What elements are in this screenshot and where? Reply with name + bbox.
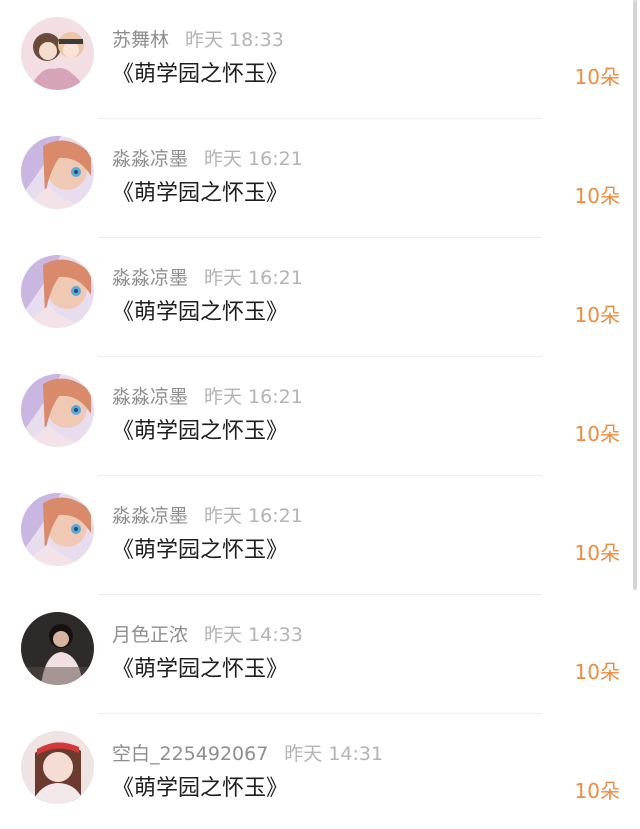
gift-amount: 10朵 — [574, 541, 620, 565]
item-meta: 淼淼凉墨 昨天 16:21 — [112, 503, 303, 529]
timestamp: 昨天 16:21 — [204, 386, 303, 408]
item-meta: 苏舞林 昨天 18:33 — [112, 27, 284, 53]
user-name[interactable]: 淼淼凉墨 — [112, 267, 188, 289]
user-name[interactable]: 空白_225492067 — [112, 743, 268, 765]
list-item[interactable]: 月色正浓 昨天 14:33 《萌学园之怀玉》 10朵 — [0, 595, 640, 714]
list-item[interactable]: 淼淼凉墨 昨天 16:21 《萌学园之怀玉》 10朵 — [0, 357, 640, 476]
user-name[interactable]: 淼淼凉墨 — [112, 148, 188, 170]
book-title[interactable]: 《萌学园之怀玉》 — [112, 772, 288, 806]
avatar[interactable] — [21, 374, 94, 447]
book-title[interactable]: 《萌学园之怀玉》 — [112, 415, 288, 449]
timestamp: 昨天 16:21 — [204, 505, 303, 527]
gift-amount: 10朵 — [574, 779, 620, 803]
item-meta: 淼淼凉墨 昨天 16:21 — [112, 146, 303, 172]
scrollbar[interactable] — [633, 0, 637, 590]
book-title[interactable]: 《萌学园之怀玉》 — [112, 177, 288, 211]
avatar[interactable] — [21, 17, 94, 90]
list-item[interactable]: 淼淼凉墨 昨天 16:21 《萌学园之怀玉》 10朵 — [0, 476, 640, 595]
gift-amount: 10朵 — [574, 422, 620, 446]
book-title[interactable]: 《萌学园之怀玉》 — [112, 58, 288, 92]
list-item[interactable]: 空白_225492067 昨天 14:31 《萌学园之怀玉》 10朵 — [0, 714, 640, 829]
user-name[interactable]: 苏舞林 — [112, 29, 169, 51]
list-item[interactable]: 淼淼凉墨 昨天 16:21 《萌学园之怀玉》 10朵 — [0, 119, 640, 238]
timestamp: 昨天 16:21 — [204, 148, 303, 170]
avatar[interactable] — [21, 255, 94, 328]
avatar[interactable] — [21, 731, 94, 804]
gift-amount: 10朵 — [574, 184, 620, 208]
gift-amount: 10朵 — [574, 660, 620, 684]
timestamp: 昨天 14:33 — [204, 624, 303, 646]
item-meta: 淼淼凉墨 昨天 16:21 — [112, 265, 303, 291]
avatar[interactable] — [21, 136, 94, 209]
timestamp: 昨天 18:33 — [185, 29, 284, 51]
avatar[interactable] — [21, 612, 94, 685]
gift-amount: 10朵 — [574, 65, 620, 89]
gift-amount: 10朵 — [574, 303, 620, 327]
user-name[interactable]: 月色正浓 — [112, 624, 188, 646]
user-name[interactable]: 淼淼凉墨 — [112, 505, 188, 527]
avatar[interactable] — [21, 493, 94, 566]
list-item[interactable]: 苏舞林 昨天 18:33 《萌学园之怀玉》 10朵 — [0, 0, 640, 119]
item-meta: 淼淼凉墨 昨天 16:21 — [112, 384, 303, 410]
user-name[interactable]: 淼淼凉墨 — [112, 386, 188, 408]
book-title[interactable]: 《萌学园之怀玉》 — [112, 653, 288, 687]
timestamp: 昨天 14:31 — [284, 743, 384, 765]
item-meta: 月色正浓 昨天 14:33 — [112, 622, 303, 648]
list-item[interactable]: 淼淼凉墨 昨天 16:21 《萌学园之怀玉》 10朵 — [0, 238, 640, 357]
gift-record-list: 苏舞林 昨天 18:33 《萌学园之怀玉》 10朵 淼淼凉墨 昨天 16:21 《萌… — [0, 0, 640, 829]
book-title[interactable]: 《萌学园之怀玉》 — [112, 296, 288, 330]
timestamp: 昨天 16:21 — [204, 267, 303, 289]
book-title[interactable]: 《萌学园之怀玉》 — [112, 534, 288, 568]
item-meta: 空白_225492067 昨天 14:31 — [112, 741, 383, 767]
